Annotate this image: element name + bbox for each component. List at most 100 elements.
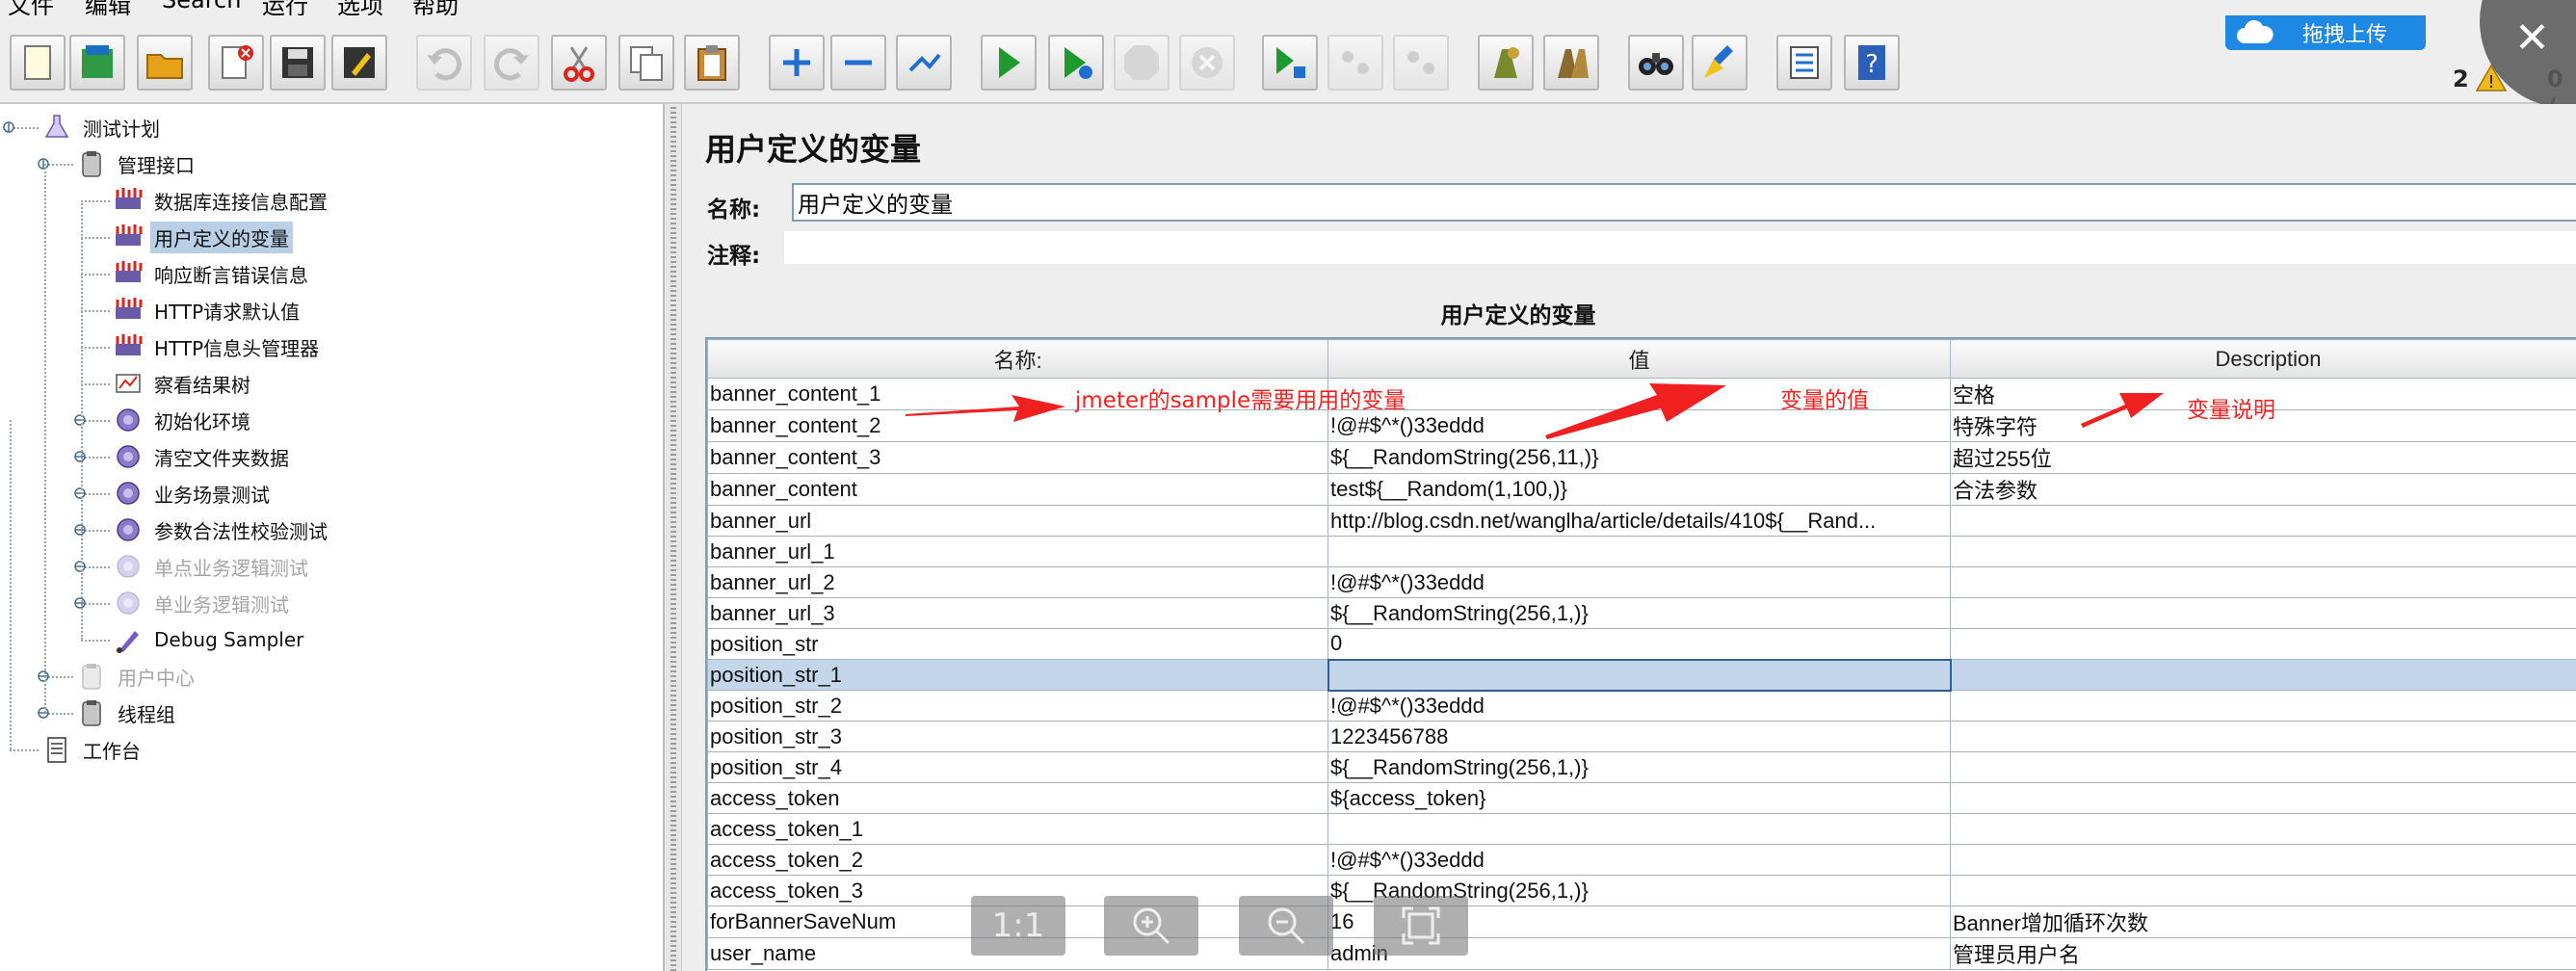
cell-name[interactable]: banner_url_1 (707, 536, 1328, 567)
cell-description[interactable]: 超过255位 (1950, 441, 2576, 474)
clear-button[interactable] (1478, 35, 1534, 91)
expand-toggle-icon[interactable] (73, 596, 87, 610)
cell-value[interactable]: ${__RandomString(256,11,)} (1327, 441, 1951, 474)
column-header-description[interactable]: Description (1950, 339, 2576, 379)
cell-name[interactable]: access_token_1 (707, 813, 1328, 845)
upload-button[interactable]: 拖拽上传 (2225, 15, 2426, 50)
cell-name[interactable]: banner_content (707, 473, 1328, 506)
shutdown-button[interactable] (1179, 35, 1235, 91)
zoom-out-button[interactable] (1239, 896, 1333, 956)
cell-description[interactable] (1950, 721, 2576, 752)
cell-value[interactable]: !@#$^*()33eddd (1327, 844, 1951, 876)
cell-value[interactable]: 1223456788 (1327, 721, 1951, 752)
expand-button[interactable] (769, 35, 825, 91)
help-button[interactable]: ? (1844, 35, 1900, 91)
expand-toggle-icon[interactable] (73, 523, 87, 537)
tree-node[interactable]: 业务场景测试 (114, 478, 274, 509)
cell-name[interactable]: banner_url_2 (707, 566, 1328, 598)
menu-search[interactable]: Search (162, 0, 241, 13)
cell-value[interactable]: 0 (1327, 628, 1951, 660)
cell-description[interactable] (1950, 505, 2576, 537)
expand-toggle-icon[interactable] (73, 413, 87, 427)
table-row[interactable]: banner_url_2 !@#$^*()33eddd (707, 566, 2576, 598)
column-header-name[interactable]: 名称: (707, 339, 1328, 379)
actual-size-button[interactable]: 1:1 (971, 896, 1065, 956)
tree-node[interactable]: 用户定义的变量 (114, 221, 293, 253)
cell-name[interactable]: banner_url_3 (707, 597, 1328, 629)
tree-node[interactable]: HTTP请求默认值 (114, 295, 303, 326)
cell-description[interactable]: 管理员用户名 (1950, 937, 2576, 970)
close-file-button[interactable] (208, 35, 264, 91)
cell-value[interactable]: ${__RandomString(256,1,)} (1327, 597, 1951, 629)
table-row[interactable]: banner_content_1 空格 (707, 378, 2576, 410)
cell-description[interactable] (1950, 566, 2576, 598)
splitter-grip[interactable] (670, 104, 676, 971)
reset-search-button[interactable] (1692, 35, 1748, 91)
remote-start-button[interactable] (1262, 35, 1318, 91)
cell-value[interactable]: ${__RandomString(256,1,)} (1327, 751, 1951, 783)
cell-value[interactable]: !@#$^*()33eddd (1327, 409, 1951, 442)
tree-node[interactable]: 管理接口 (77, 148, 198, 179)
cell-value[interactable]: test${__Random(1,100,)} (1327, 473, 1951, 506)
cell-description[interactable] (1950, 597, 2576, 629)
cell-value[interactable]: http://blog.csdn.net/wanglha/article/det… (1327, 505, 1951, 537)
cell-name[interactable]: banner_url (707, 505, 1328, 537)
menu-run[interactable]: 运行 (262, 0, 308, 15)
collapse-toggle-icon[interactable] (37, 157, 50, 171)
table-row[interactable]: position_str 0 (707, 628, 2576, 660)
function-helper-button[interactable] (1776, 35, 1832, 91)
table-row[interactable]: banner_content_3 ${__RandomString(256,11,… (707, 441, 2576, 474)
save-button[interactable] (270, 35, 326, 91)
collapse-button[interactable] (830, 35, 886, 91)
table-row[interactable]: banner_content test${__Random(1,100,)} 合法参… (707, 473, 2576, 506)
search-button[interactable] (1628, 35, 1684, 91)
cut-button[interactable] (551, 35, 607, 91)
tree-node[interactable]: 工作台 (42, 734, 145, 765)
tree-node[interactable]: 线程组 (77, 697, 179, 728)
name-field[interactable] (792, 183, 2576, 222)
table-row[interactable]: position_str_2 !@#$^*()33eddd (707, 690, 2576, 722)
cell-description[interactable]: Banner增加循环次数 (1950, 905, 2576, 938)
start-no-pause-button[interactable] (1048, 35, 1104, 91)
expand-toggle-icon[interactable] (37, 669, 50, 683)
cell-description[interactable] (1950, 813, 2576, 845)
expand-toggle-icon[interactable] (73, 450, 87, 463)
cell-value[interactable]: ${access_token} (1327, 782, 1951, 814)
start-button[interactable] (981, 35, 1037, 91)
templates-button[interactable] (69, 35, 125, 91)
cell-description[interactable] (1950, 659, 2576, 691)
tree-node[interactable]: 清空文件夹数据 (114, 441, 293, 472)
save-as-button[interactable] (331, 35, 387, 91)
table-row[interactable]: position_str_3 1223456788 (707, 721, 2576, 752)
tree-node[interactable]: HTTP信息头管理器 (114, 331, 323, 362)
panel-splitter[interactable] (665, 104, 682, 971)
cell-name[interactable]: position_str_3 (707, 721, 1328, 752)
menu-help[interactable]: 帮助 (412, 0, 459, 15)
menu-file[interactable]: 文件 (8, 0, 54, 15)
cell-name[interactable]: banner_content_3 (707, 441, 1328, 474)
table-row[interactable]: access_token_1 (707, 813, 2576, 845)
cell-description[interactable] (1950, 536, 2576, 567)
tree-node[interactable]: 用户中心 (77, 661, 198, 692)
cell-description[interactable] (1950, 875, 2576, 906)
expand-toggle-icon[interactable] (73, 486, 87, 500)
cell-value[interactable] (1327, 536, 1951, 567)
undo-button[interactable] (416, 35, 472, 91)
remote-shutdown-button[interactable] (1393, 35, 1449, 91)
table-row[interactable]: banner_url_3 ${__RandomString(256,1,)} (707, 597, 2576, 629)
cell-description[interactable] (1950, 844, 2576, 876)
comment-field[interactable] (784, 231, 2576, 264)
table-row[interactable]: position_str_1 (707, 658, 2576, 692)
table-row[interactable]: access_token ${access_token} (707, 782, 2576, 814)
tree-node[interactable]: 响应断言错误信息 (114, 258, 312, 289)
cell-value[interactable] (1327, 658, 1952, 692)
cell-description[interactable] (1950, 751, 2576, 783)
cell-name[interactable]: position_str (707, 628, 1328, 660)
expand-toggle-icon[interactable] (73, 560, 87, 573)
menu-edit[interactable]: 编辑 (85, 0, 131, 15)
cell-name[interactable]: access_token (707, 782, 1328, 814)
tree-node[interactable]: 单业务逻辑测试 (114, 588, 293, 618)
cell-value[interactable]: !@#$^*()33eddd (1327, 690, 1951, 722)
tree-node[interactable]: 测试计划 (42, 112, 164, 143)
expand-toggle-icon[interactable] (37, 706, 50, 720)
